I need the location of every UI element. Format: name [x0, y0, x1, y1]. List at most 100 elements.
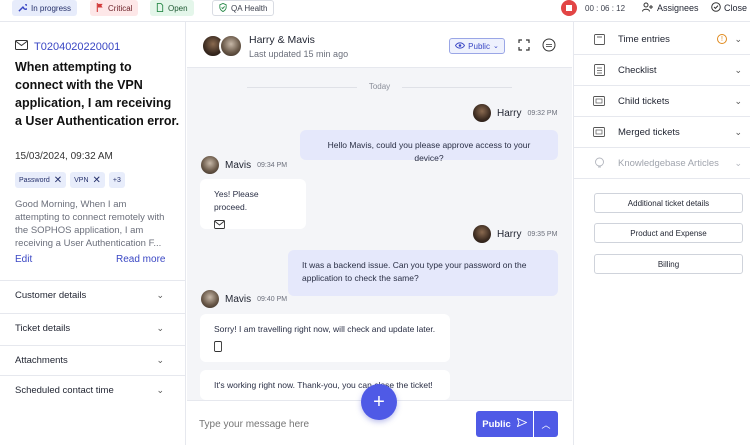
- product-and-expense-button[interactable]: Product and Expense: [594, 223, 743, 243]
- status-tag-in-progress[interactable]: In progress: [12, 0, 78, 16]
- section-ticket-details[interactable]: Ticket details ⌄: [0, 313, 186, 343]
- message-bubble-incoming: Sorry! I am travelling right now, will c…: [200, 314, 450, 362]
- clipboard-icon: [592, 32, 606, 46]
- sidebar-item-child-tickets[interactable]: Child tickets ⌄: [574, 86, 750, 117]
- conversation-title: Harry & Mavis: [249, 34, 315, 46]
- sender-name: Mavis: [225, 293, 252, 305]
- chevron-down-icon: ⌄: [734, 95, 742, 106]
- visibility-label: Public: [468, 41, 490, 51]
- more-tags-chip[interactable]: +3: [108, 172, 125, 188]
- message-bubble-outgoing: Hello Mavis, could you please approve ac…: [300, 130, 558, 163]
- sidebar-item-merged-tickets[interactable]: Merged tickets ⌄: [574, 117, 750, 148]
- chevron-down-icon: ⌄: [156, 385, 164, 395]
- message-time: 09:40 PM: [257, 295, 288, 303]
- chevron-down-icon: ⌄: [156, 355, 164, 365]
- priority-tag-label: Critical: [108, 3, 133, 13]
- add-action-button[interactable]: +: [361, 384, 397, 420]
- send-public-button[interactable]: Public: [476, 411, 533, 437]
- sla-clock-icon[interactable]: [542, 38, 556, 52]
- ticket-sidebar: Time entries ! ⌄ Checklist ⌄ Child ticke…: [573, 22, 750, 445]
- group-tag-label: QA Health: [231, 3, 268, 13]
- top-status-bar: In progress Critical Open QA Health 00 :…: [0, 0, 750, 22]
- expand-icon[interactable]: [517, 38, 531, 52]
- state-tag-open[interactable]: Open: [150, 0, 194, 16]
- billing-button[interactable]: Billing: [594, 254, 743, 274]
- avatar: [201, 290, 219, 308]
- close-label: Close: [724, 3, 748, 13]
- sidebar-item-label: Merged tickets: [618, 126, 680, 138]
- ticket-tags: Password ✕ VPN ✕ +3: [15, 172, 125, 188]
- eye-icon: [455, 41, 466, 51]
- visibility-dropdown[interactable]: Public ⌄: [449, 38, 505, 54]
- chevron-down-icon: ⌄: [734, 64, 742, 75]
- additional-ticket-details-button[interactable]: Additional ticket details: [594, 193, 743, 213]
- avatar: [473, 225, 491, 243]
- merge-icon: [592, 125, 606, 139]
- ticket-summary-panel: T0204020220001 When attempting to connec…: [0, 22, 186, 445]
- sidebar-item-label: Child tickets: [618, 95, 670, 107]
- avatar: [473, 104, 491, 122]
- envelope-icon: [15, 40, 28, 53]
- ticket-icon: [592, 94, 606, 108]
- message-text: Sorry! I am travelling right now, will c…: [214, 324, 436, 334]
- read-more-link[interactable]: Read more: [116, 254, 165, 265]
- message-input[interactable]: [199, 419, 419, 430]
- message-time: 09:35 PM: [527, 230, 558, 238]
- chevron-down-icon: ⌄: [156, 290, 164, 300]
- sidebar-item-time-entries[interactable]: Time entries ! ⌄: [574, 24, 750, 55]
- section-scheduled-contact-time[interactable]: Scheduled contact time ⌄: [0, 375, 186, 405]
- close-icon[interactable]: ✕: [93, 175, 101, 186]
- check-circle-icon: [711, 2, 721, 14]
- stop-icon: [566, 5, 572, 11]
- send-icon: [516, 417, 528, 430]
- ticket-title: When attempting to connect with the VPN …: [15, 60, 180, 128]
- sidebar-item-label: Checklist: [618, 64, 657, 76]
- priority-tag-critical[interactable]: Critical: [90, 0, 139, 16]
- sidebar-item-checklist[interactable]: Checklist ⌄: [574, 55, 750, 86]
- conversation-panel: Harry & Mavis Last updated 15 min ago Pu…: [187, 22, 572, 445]
- send-options-button[interactable]: ︿: [534, 411, 558, 437]
- assignees-button[interactable]: Assignees: [642, 2, 699, 14]
- message-sender: Harry 09:32 PM: [473, 104, 557, 122]
- warning-icon: !: [717, 34, 727, 44]
- ticket-description: Good Morning, When I am attempting to co…: [15, 199, 165, 249]
- date-divider: Today: [187, 82, 572, 91]
- section-label: Attachments: [15, 355, 68, 366]
- message-bubble-incoming: Yes! Please proceed.: [200, 179, 306, 229]
- tag-chip-label: Password: [19, 176, 50, 184]
- message-sender: Mavis 09:34 PM: [201, 156, 287, 174]
- state-tag-label: Open: [168, 3, 188, 13]
- ticket-id[interactable]: T0204020220001: [34, 41, 120, 53]
- tag-chip: VPN ✕: [70, 172, 105, 188]
- group-tag-qa-health[interactable]: QA Health: [212, 0, 275, 16]
- send-label: Public: [482, 418, 511, 430]
- stop-timer-button[interactable]: [561, 0, 577, 16]
- section-label: Customer details: [15, 290, 87, 301]
- section-attachments[interactable]: Attachments ⌄: [0, 345, 186, 375]
- tag-chip: Password ✕: [15, 172, 67, 188]
- section-label: Scheduled contact time: [15, 385, 114, 396]
- flag-icon: [96, 2, 104, 14]
- tag-chip-label: VPN: [74, 176, 89, 184]
- avatar: [201, 156, 219, 174]
- lightbulb-icon: [592, 156, 606, 170]
- message-bubble-outgoing: It was a backend issue. Can you type you…: [288, 250, 558, 296]
- chevron-down-icon: ⌄: [734, 33, 742, 44]
- sidebar-item-knowledgebase-articles[interactable]: Knowledgebase Articles ⌄: [574, 148, 750, 179]
- status-tag-label: In progress: [31, 3, 72, 13]
- sender-name: Harry: [497, 228, 522, 240]
- conversation-header: Harry & Mavis Last updated 15 min ago Pu…: [187, 22, 572, 68]
- edit-link[interactable]: Edit: [15, 254, 32, 265]
- email-icon: [214, 220, 292, 233]
- section-label: Ticket details: [15, 323, 71, 334]
- chevron-up-icon: ︿: [541, 419, 551, 430]
- timer-readout: 00 : 06 : 12: [585, 3, 626, 13]
- close-icon[interactable]: ✕: [54, 175, 62, 186]
- chevron-down-icon: ⌄: [734, 157, 742, 168]
- sender-name: Harry: [497, 107, 522, 119]
- sender-name: Mavis: [225, 159, 252, 171]
- message-bubble-incoming: It's working right now. Thank-you, you c…: [200, 370, 450, 400]
- section-customer-details[interactable]: Customer details ⌄: [0, 280, 186, 310]
- close-ticket-button[interactable]: Close: [711, 2, 747, 14]
- file-icon: [156, 2, 164, 14]
